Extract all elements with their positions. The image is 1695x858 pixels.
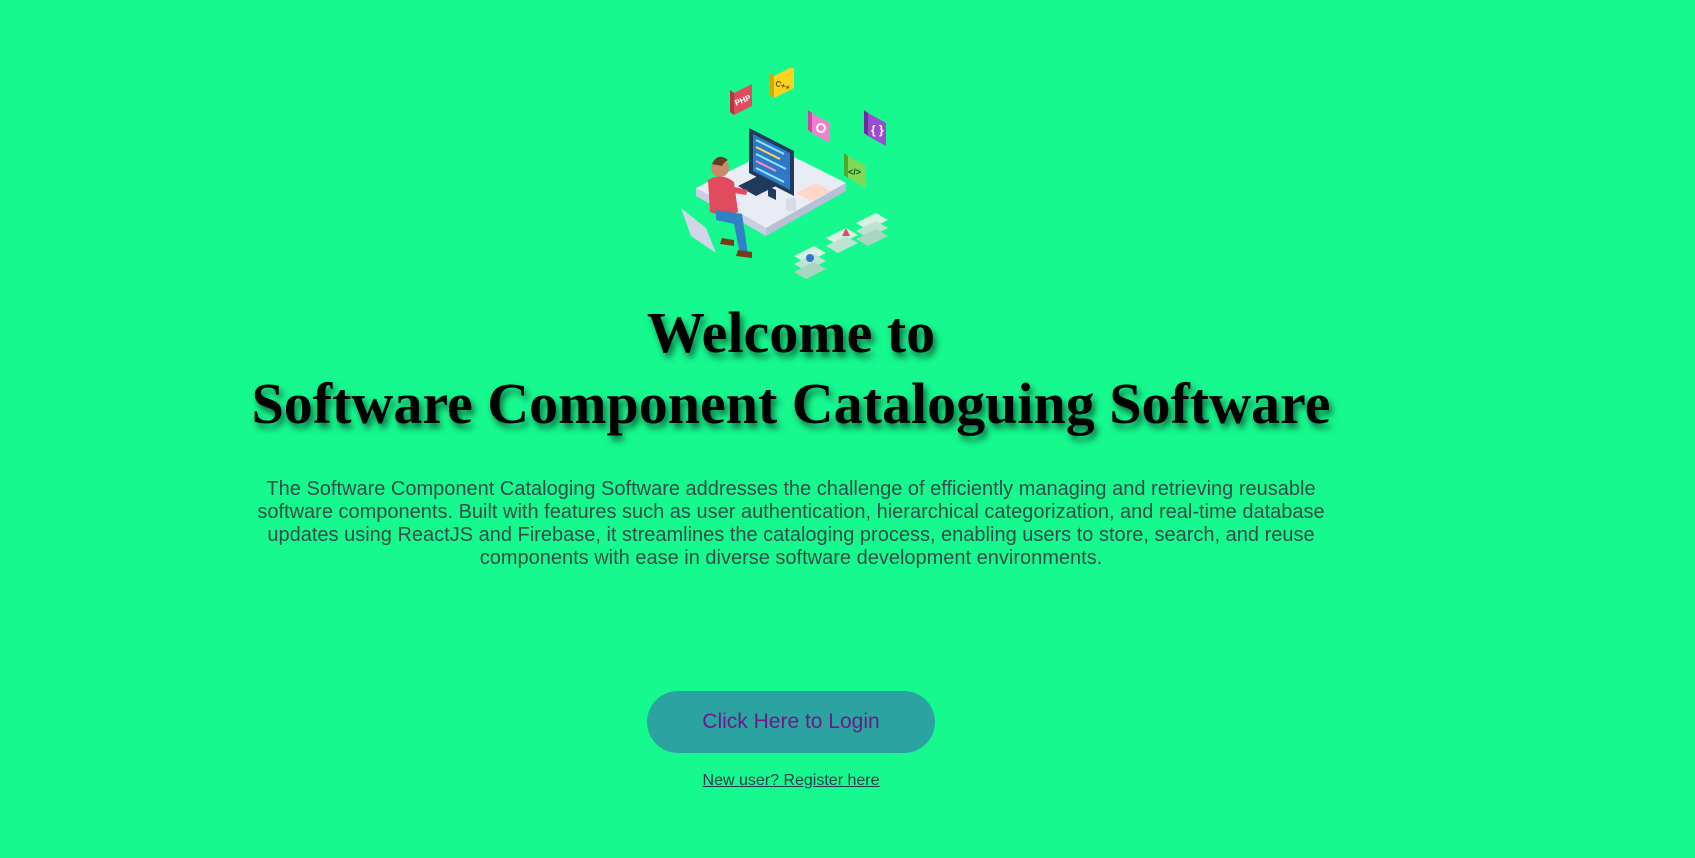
landing-page: PHP C++ { } </> Welcome to Software Comp… — [0, 0, 1695, 858]
page-title-line1: Welcome to — [646, 300, 936, 365]
developer-illustration: PHP C++ { } </> — [681, 68, 888, 279]
svg-text:{ }: { } — [871, 123, 884, 137]
svg-text:</>: </> — [848, 167, 861, 177]
settings-badge-icon — [812, 113, 830, 143]
login-button[interactable]: Click Here to Login — [647, 691, 935, 753]
app-description: The Software Component Cataloging Softwa… — [257, 478, 1325, 569]
stack-blocks-icon — [794, 213, 888, 279]
register-link[interactable]: New user? Register here — [0, 772, 1582, 790]
page-title-line2: Software Component Cataloguing Software — [251, 371, 1331, 436]
